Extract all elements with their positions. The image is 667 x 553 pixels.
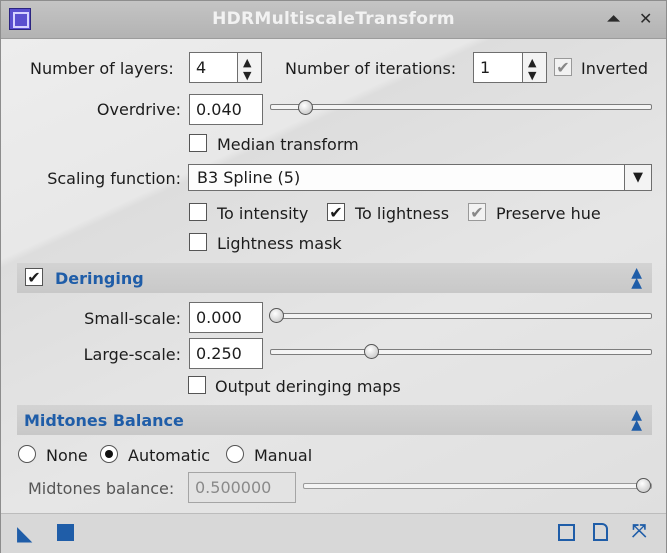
- iterations-spinner[interactable]: ▲ ▼: [523, 52, 547, 83]
- overdrive-input[interactable]: 0.040: [189, 94, 263, 125]
- radio-manual-label: Manual: [254, 446, 313, 465]
- large-scale-label: Large-scale:: [83, 345, 181, 364]
- large-scale-input[interactable]: 0.250: [189, 338, 263, 369]
- median-transform-label: Median transform: [217, 135, 359, 154]
- scaling-function-label: Scaling function:: [47, 169, 181, 188]
- overdrive-slider-thumb[interactable]: [298, 100, 314, 115]
- small-scale-slider[interactable]: [270, 313, 652, 319]
- small-scale-slider-thumb[interactable]: [269, 308, 284, 323]
- window-title: HDRMultiscaleTransform: [212, 9, 455, 29]
- close-window-icon[interactable]: ✕: [639, 10, 652, 28]
- preserve-hue-checkbox[interactable]: ✔: [468, 203, 486, 221]
- dropdown-arrow-icon[interactable]: ▼: [624, 165, 651, 190]
- midtones-balance-label: Midtones balance:: [28, 479, 175, 498]
- titlebar[interactable]: HDRMultiscaleTransform ⏶ ✕: [1, 1, 666, 39]
- new-instance-icon[interactable]: ◣: [17, 523, 32, 543]
- scaling-function-value: B3 Spline (5): [197, 168, 301, 187]
- spin-up-icon[interactable]: ▲: [243, 57, 251, 68]
- large-scale-slider[interactable]: [270, 349, 652, 355]
- deringing-section-header[interactable]: ✔ Deringing ▲ ▲: [17, 263, 652, 293]
- lightness-mask-label: Lightness mask: [217, 234, 342, 253]
- radio-none-label: None: [46, 446, 88, 465]
- to-lightness-label: To lightness: [355, 204, 450, 223]
- radio-automatic-label: Automatic: [128, 446, 211, 465]
- preserve-hue-label: Preserve hue: [496, 204, 601, 223]
- radio-manual[interactable]: [226, 445, 244, 463]
- collapse-icon[interactable]: ▲ ▲: [631, 266, 642, 290]
- large-scale-slider-thumb[interactable]: [363, 344, 379, 359]
- lightness-mask-checkbox[interactable]: [189, 233, 207, 251]
- apply-global-icon[interactable]: [57, 524, 74, 541]
- to-intensity-checkbox[interactable]: [189, 203, 207, 221]
- iterations-input[interactable]: 1: [473, 52, 523, 83]
- layers-label: Number of layers:: [30, 59, 174, 78]
- browse-documentation-icon[interactable]: [593, 523, 608, 541]
- shade-window-icon[interactable]: ⏶: [607, 10, 620, 28]
- process-window: HDRMultiscaleTransform ⏶ ✕ Number of lay…: [0, 0, 667, 553]
- to-lightness-checkbox[interactable]: ✔: [327, 203, 345, 221]
- scaling-function-select[interactable]: B3 Spline (5) ▼: [188, 164, 652, 191]
- to-intensity-label: To intensity: [217, 204, 309, 223]
- overdrive-slider[interactable]: [270, 104, 652, 110]
- iterations-label: Number of iterations:: [285, 59, 457, 78]
- spin-down-icon[interactable]: ▼: [528, 70, 536, 81]
- collapse-icon[interactable]: ▲ ▲: [631, 408, 642, 432]
- bottom-toolbar: ◣ ⤧: [1, 513, 666, 553]
- midtones-title: Midtones Balance: [24, 411, 184, 430]
- inverted-checkbox[interactable]: ✔: [554, 58, 572, 76]
- overdrive-label: Overdrive:: [96, 100, 181, 119]
- spin-down-icon[interactable]: ▼: [243, 70, 251, 81]
- inverted-label: Inverted: [581, 59, 649, 78]
- midtones-balance-slider-thumb[interactable]: [636, 478, 651, 493]
- output-deringing-maps-checkbox[interactable]: [188, 376, 206, 394]
- small-scale-input[interactable]: 0.000: [189, 302, 263, 333]
- layers-spinner[interactable]: ▲ ▼: [238, 52, 262, 83]
- median-transform-checkbox[interactable]: [189, 134, 207, 152]
- reset-icon[interactable]: ⤧: [632, 522, 646, 542]
- small-scale-label: Small-scale:: [84, 309, 181, 328]
- radio-none[interactable]: [18, 445, 36, 463]
- deringing-checkbox[interactable]: ✔: [25, 268, 43, 286]
- output-deringing-maps-label: Output deringing maps: [215, 377, 401, 396]
- midtones-section-header[interactable]: Midtones Balance ▲ ▲: [17, 405, 652, 435]
- preview-icon[interactable]: [558, 524, 575, 541]
- radio-automatic[interactable]: [100, 445, 118, 463]
- spin-up-icon[interactable]: ▲: [528, 57, 536, 68]
- layers-input[interactable]: 4: [189, 52, 238, 83]
- midtones-balance-slider[interactable]: [303, 483, 652, 489]
- midtones-balance-input[interactable]: 0.500000: [188, 472, 296, 503]
- deringing-title: Deringing: [55, 269, 144, 288]
